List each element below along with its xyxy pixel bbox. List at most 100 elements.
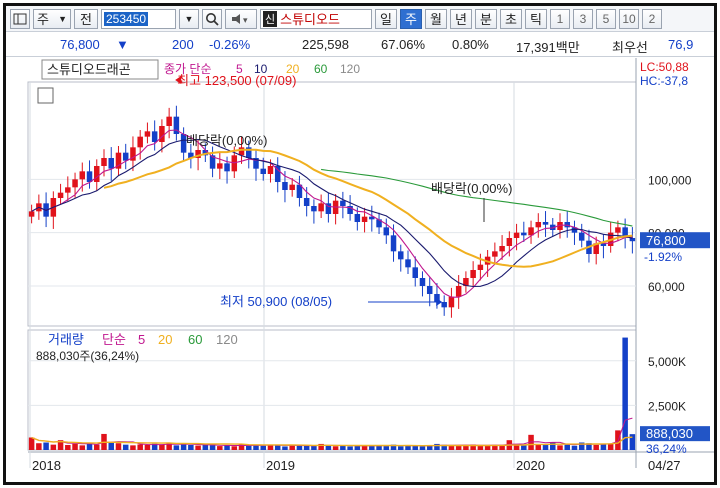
quote-volume-ratio: 67.06% <box>381 37 426 52</box>
candle-body <box>318 203 324 212</box>
chart-window: 주 ▼ 전 253450 ▼ ▾ 신 스튜디오드 일 주 월 년 분 초 틱 1… <box>3 3 717 485</box>
candle-body <box>282 182 288 190</box>
candle-body <box>492 251 498 257</box>
volume-bar <box>521 445 527 450</box>
tab-minute[interactable]: 분 <box>475 8 497 29</box>
x-axis-label: 2018 <box>32 458 61 473</box>
candle-body <box>57 192 64 198</box>
volume-bar <box>571 445 578 450</box>
prev-label: 전 <box>80 12 92 27</box>
candle-body <box>94 166 100 182</box>
candle-body <box>521 232 527 236</box>
volume-bar <box>130 445 136 450</box>
interval-3-label: 3 <box>579 11 587 26</box>
quote-turnover: 0.80% <box>452 37 489 52</box>
candle-body <box>629 238 636 242</box>
volume-bar <box>484 445 491 450</box>
volume-bar <box>159 444 165 450</box>
interval-10-button[interactable]: 10 <box>619 8 639 29</box>
code-dropdown-button[interactable]: ▼ <box>179 8 199 29</box>
interval-3-button[interactable]: 3 <box>573 8 593 29</box>
tab-month[interactable]: 월 <box>425 8 447 29</box>
quote-amount: 17,391백만 <box>516 40 580 55</box>
tab-second[interactable]: 초 <box>500 8 522 29</box>
volume-bar <box>36 443 42 450</box>
volume-bar <box>535 444 542 450</box>
volume-panel <box>27 329 637 451</box>
legend-ma-60: 60 <box>314 62 328 76</box>
interval-2-button[interactable]: 2 <box>642 8 662 29</box>
dividend-annotation: 배당락(0,00%) <box>186 133 267 148</box>
candle-body <box>303 198 310 206</box>
interval-5-label: 5 <box>602 11 610 26</box>
volume-bar <box>296 445 303 450</box>
dividend-annotation: 배당락(0,00%) <box>431 181 512 196</box>
candle-body <box>412 267 418 278</box>
tab-month-label: 월 <box>430 12 442 27</box>
table-icon <box>37 87 54 104</box>
candle-body <box>499 246 505 252</box>
x-axis-label: 2020 <box>516 458 545 473</box>
lc-label: LC:50,88 <box>640 60 689 74</box>
candle-body <box>224 163 230 172</box>
candle-body <box>79 171 86 180</box>
prev-button[interactable]: 전 <box>74 8 98 29</box>
market-select[interactable]: 주 ▼ <box>33 8 71 29</box>
stock-name: 스튜디오드 <box>280 12 340 27</box>
candle-body <box>455 286 462 297</box>
legend-ma-120: 120 <box>340 62 360 76</box>
candle-body <box>151 131 158 142</box>
sound-button[interactable]: ▾ <box>225 8 257 29</box>
chart-area[interactable]: 100,00080,00060,000스튜디오드래곤종가 단순510206012… <box>6 58 714 482</box>
candle-body <box>289 184 295 190</box>
volume-bar <box>173 445 180 450</box>
candle-body <box>390 235 397 252</box>
volume-bar <box>28 437 35 450</box>
candle-body <box>535 222 542 228</box>
volume-bar <box>202 444 209 450</box>
candle-body <box>419 278 426 286</box>
candle-body <box>101 158 107 166</box>
candle-body <box>354 214 361 222</box>
volume-tick-label: 2,500K <box>648 399 686 413</box>
volume-legend-5: 5 <box>138 332 145 347</box>
tab-week[interactable]: 주 <box>400 8 422 29</box>
stock-code-value: 253450 <box>104 11 149 26</box>
tab-tick[interactable]: 틱 <box>525 8 547 29</box>
last-change-label: -1.92% <box>644 250 682 264</box>
candle-body <box>137 136 143 148</box>
x-axis-date-label: 04/27 <box>648 458 681 473</box>
tab-day[interactable]: 일 <box>375 8 397 29</box>
interval-5-button[interactable]: 5 <box>596 8 616 29</box>
volume-bar <box>260 445 266 450</box>
volume-bar <box>361 445 368 450</box>
interval-1-label: 1 <box>556 11 564 26</box>
layout-icon[interactable] <box>10 8 30 29</box>
x-axis-label: 2019 <box>266 458 295 473</box>
candle-body <box>383 227 390 236</box>
volume-bar <box>195 445 201 450</box>
volume-bar <box>303 445 310 450</box>
volume-bar <box>79 445 86 450</box>
quote-change: 200 <box>172 37 194 52</box>
stock-name-field[interactable]: 신 스튜디오드 <box>260 8 372 29</box>
volume-bar <box>325 445 332 450</box>
stock-code-input[interactable]: 253450 <box>101 8 176 29</box>
volume-bar <box>65 445 71 450</box>
volume-bar <box>50 444 57 450</box>
tab-year[interactable]: 년 <box>450 8 472 29</box>
tab-tick-label: 틱 <box>530 12 542 27</box>
volume-bar <box>311 446 317 450</box>
volume-bar <box>347 446 353 450</box>
volume-bar <box>188 445 194 450</box>
volume-bar <box>144 445 151 450</box>
candle-body <box>122 152 129 161</box>
volume-bar <box>86 443 93 450</box>
candle-body <box>441 302 447 308</box>
high-annotation: 최고 123,500 (07/09) <box>177 73 296 88</box>
candle-body <box>86 171 93 182</box>
candle-body <box>542 222 549 225</box>
tab-year-label: 년 <box>455 12 467 27</box>
search-button[interactable] <box>202 8 222 29</box>
interval-1-button[interactable]: 1 <box>550 8 570 29</box>
